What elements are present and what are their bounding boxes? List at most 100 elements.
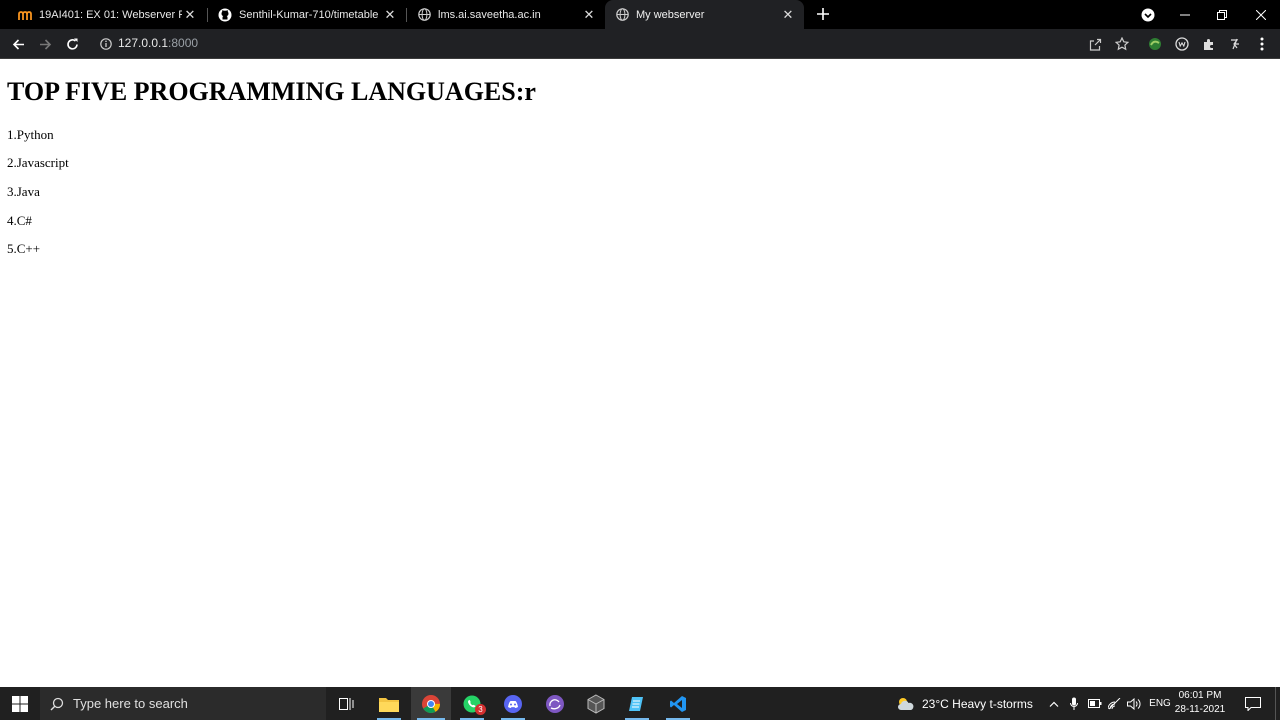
- search-icon: [50, 697, 64, 710]
- discord-icon: [504, 694, 522, 713]
- reload-icon: [66, 38, 78, 50]
- tab-lms[interactable]: lms.ai.saveetha.ac.in ✕: [407, 0, 605, 29]
- page-heading: TOP FIVE PROGRAMMING LANGUAGES:r: [7, 77, 536, 106]
- grammar-extension-icon: [1149, 38, 1161, 50]
- share-button[interactable]: [1085, 34, 1105, 54]
- tab-github[interactable]: Senthil-Kumar-710/timetable ✕: [208, 0, 406, 29]
- microphone-icon: [1070, 697, 1078, 710]
- star-icon: [1115, 37, 1129, 51]
- plus-icon: [817, 8, 829, 20]
- tab-moodle[interactable]: 19AI401: EX 01: Webserver Repo ✕: [8, 0, 206, 29]
- chrome-icon: [422, 694, 440, 713]
- notification-badge: 3: [475, 704, 486, 715]
- search-placeholder: Type here to search: [73, 696, 188, 711]
- menu-button[interactable]: [1252, 34, 1272, 54]
- url-port: :8000: [168, 36, 199, 50]
- clock[interactable]: 06:01 PM 28-11-2021: [1170, 689, 1230, 717]
- app-button-notepad[interactable]: [619, 687, 655, 720]
- tab-strip: 19AI401: EX 01: Webserver Repo ✕ Senthil…: [0, 0, 1280, 29]
- github-icon: [218, 8, 232, 22]
- minimize-button[interactable]: [1166, 0, 1204, 29]
- tab-search-icon: [1141, 8, 1155, 21]
- battery-icon: [1088, 699, 1102, 708]
- arrow-left-icon: [12, 38, 24, 50]
- folder-icon: [379, 697, 399, 712]
- web-page: TOP FIVE PROGRAMMING LANGUAGES:r 1.Pytho…: [0, 59, 1280, 687]
- weather-widget[interactable]: 23°C Heavy t-storms: [896, 687, 1046, 720]
- share-icon: [1089, 38, 1101, 51]
- minimize-icon: [1180, 14, 1190, 15]
- start-button[interactable]: [0, 687, 40, 720]
- notification-center-button[interactable]: [1240, 687, 1266, 720]
- close-icon[interactable]: ✕: [581, 7, 597, 23]
- site-info-button[interactable]: [96, 34, 116, 54]
- taskbar: Type here to search 3 23°C Heavy t-storm…: [0, 687, 1280, 720]
- extensions-button[interactable]: [1199, 34, 1219, 54]
- vscode-button[interactable]: [660, 687, 696, 720]
- network-tray[interactable]: [1105, 687, 1125, 720]
- more-vert-icon: [1260, 37, 1264, 51]
- file-explorer-button[interactable]: [371, 687, 407, 720]
- language-indicator: ENG: [1149, 698, 1171, 709]
- tab-title: 19AI401: EX 01: Webserver Repo: [39, 8, 182, 21]
- moodle-m-icon: [18, 8, 32, 22]
- list-item: 1.Python: [7, 127, 54, 142]
- vscode-icon: [670, 695, 686, 712]
- address-bar[interactable]: 127.0.0.1:8000: [118, 36, 198, 50]
- script-extension-icon: [1231, 38, 1239, 50]
- discord-button[interactable]: [495, 687, 531, 720]
- whatsapp-button[interactable]: 3: [454, 687, 490, 720]
- task-view-icon: [339, 697, 354, 710]
- close-window-button[interactable]: [1242, 0, 1280, 29]
- puzzle-icon: [1204, 39, 1213, 50]
- browser-toolbar: 127.0.0.1:8000: [0, 29, 1280, 59]
- globe-icon: [615, 8, 629, 22]
- list-item: 3.Java: [7, 184, 40, 199]
- volume-tray[interactable]: [1124, 687, 1144, 720]
- list-item: 5.C++: [7, 241, 41, 256]
- chrome-button[interactable]: [411, 687, 451, 720]
- reload-button[interactable]: [62, 34, 82, 54]
- tab-my-webserver[interactable]: My webserver ✕: [605, 0, 804, 29]
- weather-text: 23°C Heavy t-storms: [922, 696, 1033, 711]
- extension-2[interactable]: [1172, 34, 1192, 54]
- microphone-tray[interactable]: [1065, 687, 1083, 720]
- battery-tray[interactable]: [1085, 687, 1105, 720]
- notification-icon: [1245, 696, 1261, 711]
- forward-button[interactable]: [35, 34, 55, 54]
- clock-time: 06:01 PM: [1178, 690, 1222, 701]
- new-tab-button[interactable]: [813, 4, 833, 24]
- restore-icon: [1217, 9, 1227, 20]
- list-item: 4.C#: [7, 213, 32, 228]
- tab-title: My webserver: [636, 8, 705, 21]
- spiral-app-icon: [546, 694, 564, 713]
- speaker-icon: [1127, 697, 1141, 710]
- close-icon[interactable]: ✕: [182, 7, 198, 23]
- weather-cloud-icon: [898, 697, 914, 710]
- notepad-icon: [629, 696, 643, 711]
- bookmark-button[interactable]: [1112, 34, 1132, 54]
- app-button-spiral[interactable]: [537, 687, 573, 720]
- back-button[interactable]: [8, 34, 28, 54]
- show-hidden-icons-button[interactable]: [1044, 687, 1064, 720]
- windows-logo-icon: [12, 695, 28, 712]
- extension-3[interactable]: [1225, 34, 1245, 54]
- close-icon[interactable]: ✕: [382, 7, 398, 23]
- show-desktop-button[interactable]: [1275, 687, 1280, 720]
- wifi-icon: [1108, 697, 1121, 709]
- globe-icon: [417, 8, 431, 22]
- tab-title: Senthil-Kumar-710/timetable: [239, 8, 379, 21]
- task-view-button[interactable]: [330, 687, 364, 720]
- tab-title: lms.ai.saveetha.ac.in: [438, 8, 541, 21]
- url-host: 127.0.0.1: [118, 36, 169, 50]
- close-icon: [1256, 9, 1266, 20]
- list-item: 2.Javascript: [7, 155, 69, 170]
- extension-1[interactable]: [1145, 34, 1165, 54]
- close-icon[interactable]: ✕: [780, 7, 796, 23]
- app-button-cube[interactable]: [578, 687, 614, 720]
- restore-button[interactable]: [1203, 0, 1241, 29]
- taskbar-search[interactable]: Type here to search: [40, 687, 326, 720]
- arrow-right-icon: [39, 38, 51, 50]
- cube-app-icon: [587, 693, 605, 714]
- profile-button[interactable]: [1129, 0, 1167, 29]
